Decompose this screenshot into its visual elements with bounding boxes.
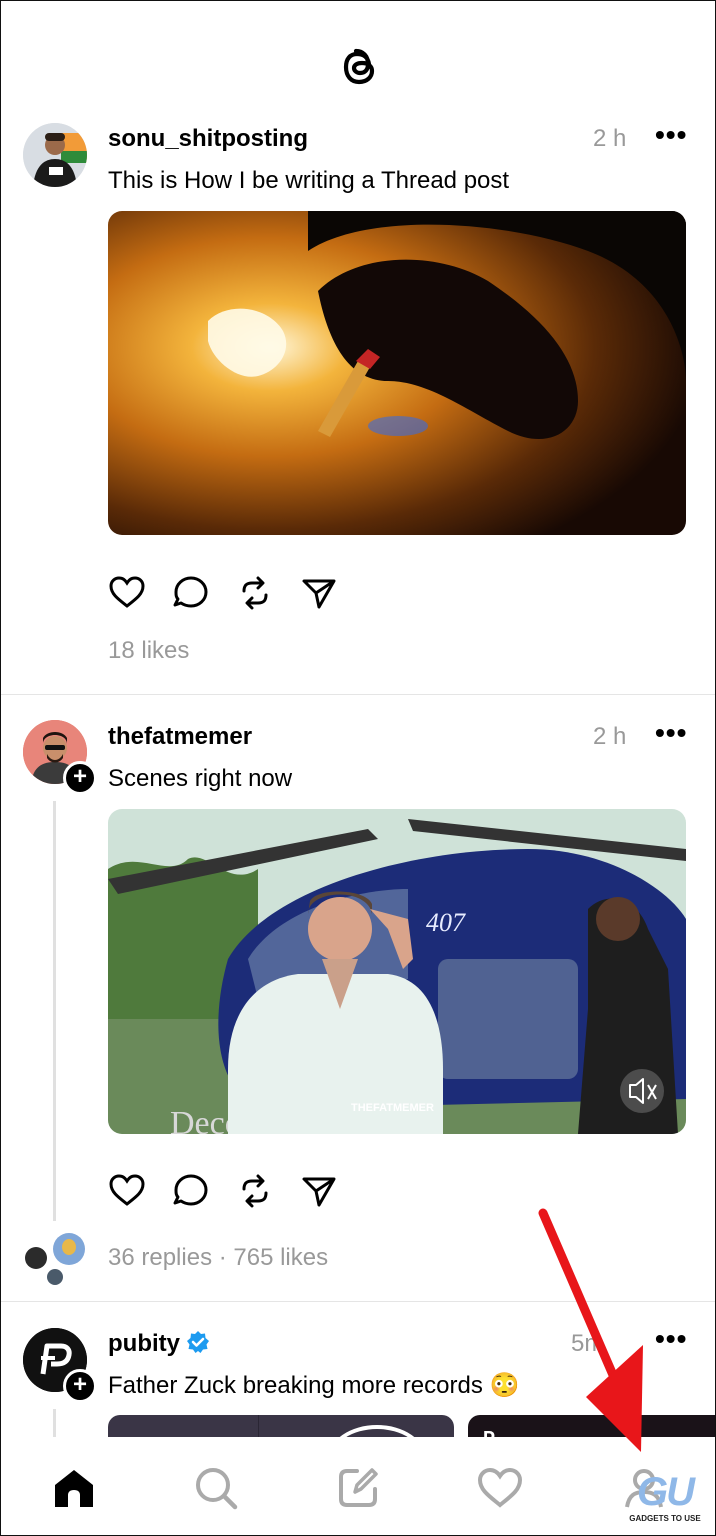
home-icon[interactable] <box>51 1465 97 1511</box>
post-username[interactable]: thefatmemer <box>108 723 252 751</box>
like-heart-icon[interactable] <box>108 1172 146 1210</box>
video-watermark: THEFATMEMER <box>351 1102 434 1114</box>
post-timestamp: 2 h <box>593 723 627 750</box>
post-image-lighter[interactable] <box>108 211 686 535</box>
app-screen: sonu_shitposting 2 h ••• This is How I b… <box>0 0 716 1536</box>
search-icon[interactable] <box>193 1465 239 1511</box>
post-stats[interactable]: 36 replies · 765 likes <box>108 1244 328 1272</box>
avatar <box>53 1233 85 1265</box>
follow-plus-icon[interactable]: + <box>63 761 97 795</box>
reply-comment-icon[interactable] <box>172 1172 210 1210</box>
verified-badge-icon <box>187 1331 209 1353</box>
follow-plus-icon[interactable]: + <box>63 1369 97 1403</box>
thread-line <box>53 1409 56 1439</box>
divider <box>1 694 715 695</box>
like-heart-icon[interactable] <box>108 574 146 612</box>
avatar <box>47 1269 63 1285</box>
username-text: pubity <box>108 1330 180 1357</box>
repost-icon[interactable] <box>236 574 274 612</box>
activity-heart-icon[interactable] <box>477 1465 523 1511</box>
avatar <box>25 1247 47 1269</box>
post-username[interactable]: pubity <box>108 1330 210 1358</box>
post-stats[interactable]: 18 likes <box>108 637 189 665</box>
repost-icon[interactable] <box>236 1172 274 1210</box>
post-actions <box>108 574 348 614</box>
share-send-icon[interactable] <box>300 574 338 612</box>
avatar[interactable] <box>23 123 87 187</box>
reply-comment-icon[interactable] <box>172 574 210 612</box>
watermark-tag: GADGETS TO USE <box>629 1514 701 1523</box>
post-caption: This is How I be writing a Thread post <box>108 167 510 194</box>
reply-avatars[interactable] <box>23 1231 89 1287</box>
post-actions <box>108 1172 348 1212</box>
post-caption: Scenes right now <box>108 765 293 792</box>
threads-logo-icon[interactable] <box>331 39 387 95</box>
watermark-logo: GU <box>637 1470 695 1514</box>
post-video-helicopter[interactable]: 407 Decca THEFATMEMER <box>108 809 686 1134</box>
more-options-icon[interactable]: ••• <box>655 717 687 749</box>
post-caption: Father Zuck breaking more records 😳 <box>108 1372 520 1399</box>
red-arrow-annotation <box>538 1208 643 1452</box>
gadgetstouse-watermark: GU GADGETS TO USE <box>627 1471 703 1527</box>
mute-icon[interactable] <box>620 1069 664 1113</box>
compose-icon[interactable] <box>335 1465 381 1511</box>
post-timestamp: 2 h <box>593 125 627 152</box>
more-options-icon[interactable]: ••• <box>655 119 687 151</box>
share-send-icon[interactable] <box>300 1172 338 1210</box>
thread-line <box>53 801 56 1221</box>
helicopter-tail-number: 407 <box>426 908 466 937</box>
post-username[interactable]: sonu_shitposting <box>108 125 308 153</box>
